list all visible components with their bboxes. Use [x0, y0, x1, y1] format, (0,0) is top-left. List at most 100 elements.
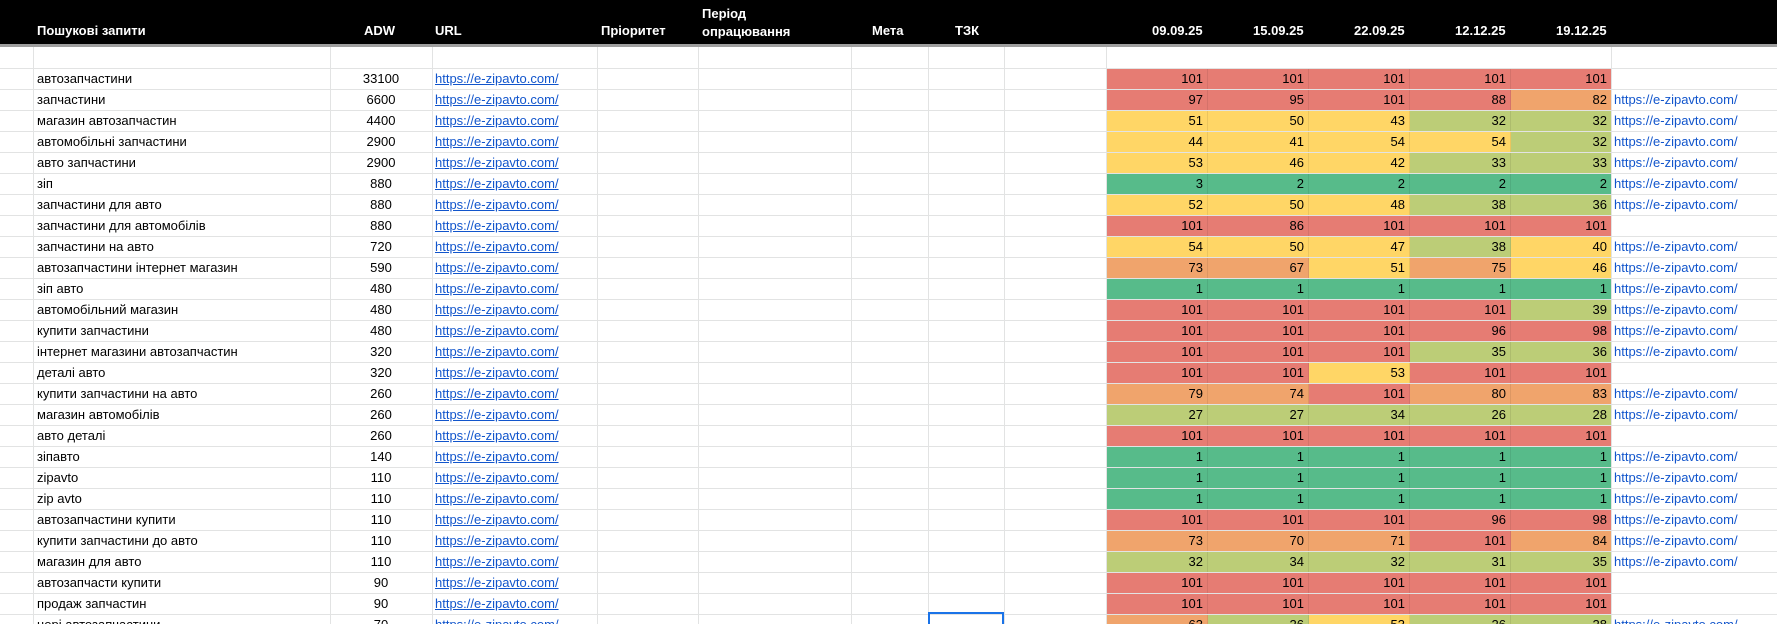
- position-cell[interactable]: 79: [1107, 384, 1208, 404]
- position-cell[interactable]: 33: [1410, 153, 1511, 173]
- position-cell[interactable]: 47: [1309, 237, 1410, 257]
- query-cell[interactable]: запчастини для авто: [37, 195, 327, 215]
- adw-cell[interactable]: 260: [330, 426, 432, 446]
- url-link[interactable]: https://e-zipavto.com/: [435, 321, 595, 341]
- position-cell[interactable]: 101: [1410, 363, 1511, 383]
- position-cell[interactable]: 71: [1309, 531, 1410, 551]
- url-link[interactable]: https://e-zipavto.com/: [435, 531, 595, 551]
- url-link[interactable]: https://e-zipavto.com/: [435, 237, 595, 257]
- adw-cell[interactable]: 320: [330, 363, 432, 383]
- position-cell[interactable]: 38: [1410, 195, 1511, 215]
- position-cell[interactable]: 101: [1309, 342, 1410, 362]
- adw-cell[interactable]: 2900: [330, 153, 432, 173]
- ranking-url-link[interactable]: [1614, 426, 1777, 446]
- url-link[interactable]: https://e-zipavto.com/: [435, 69, 595, 89]
- position-cell[interactable]: 54: [1309, 132, 1410, 152]
- position-cell[interactable]: 1: [1208, 468, 1309, 488]
- selected-cell[interactable]: [928, 612, 1004, 624]
- query-cell[interactable]: зіп: [37, 174, 327, 194]
- header-period[interactable]: Період опрацювання: [702, 5, 790, 41]
- position-cell[interactable]: 95: [1208, 90, 1309, 110]
- position-cell[interactable]: 3: [1107, 174, 1208, 194]
- adw-cell[interactable]: 590: [330, 258, 432, 278]
- header-date-5[interactable]: 19.12.25: [1556, 23, 1607, 38]
- query-cell[interactable]: автозапчасти купити: [37, 573, 327, 593]
- position-cell[interactable]: 53: [1107, 153, 1208, 173]
- empty-row[interactable]: [0, 47, 1777, 69]
- position-cell[interactable]: 101: [1410, 531, 1511, 551]
- ranking-url-link[interactable]: https://e-zipavto.com/: [1614, 447, 1777, 467]
- position-cell[interactable]: 101: [1511, 216, 1612, 236]
- query-cell[interactable]: авто запчастини: [37, 153, 327, 173]
- position-cell[interactable]: 31: [1410, 552, 1511, 572]
- position-cell[interactable]: 101: [1208, 363, 1309, 383]
- query-cell[interactable]: автомобільний магазин: [37, 300, 327, 320]
- ranking-url-link[interactable]: https://e-zipavto.com/: [1614, 132, 1777, 152]
- position-cell[interactable]: 101: [1107, 573, 1208, 593]
- ranking-url-link[interactable]: https://e-zipavto.com/: [1614, 195, 1777, 215]
- position-cell[interactable]: 27: [1107, 405, 1208, 425]
- position-cell[interactable]: 1: [1107, 468, 1208, 488]
- position-cell[interactable]: 101: [1309, 321, 1410, 341]
- url-link[interactable]: https://e-zipavto.com/: [435, 363, 595, 383]
- position-cell[interactable]: 46: [1511, 258, 1612, 278]
- position-cell[interactable]: 101: [1107, 363, 1208, 383]
- url-link[interactable]: https://e-zipavto.com/: [435, 195, 595, 215]
- url-link[interactable]: https://e-zipavto.com/: [435, 111, 595, 131]
- position-cell[interactable]: 98: [1511, 321, 1612, 341]
- adw-cell[interactable]: 2900: [330, 132, 432, 152]
- position-cell[interactable]: 1: [1107, 447, 1208, 467]
- position-cell[interactable]: 48: [1309, 195, 1410, 215]
- position-cell[interactable]: 74: [1208, 384, 1309, 404]
- url-link[interactable]: https://e-zipavto.com/: [435, 405, 595, 425]
- ranking-url-link[interactable]: https://e-zipavto.com/: [1614, 237, 1777, 257]
- position-cell[interactable]: 1: [1309, 447, 1410, 467]
- header-query[interactable]: Пошукові запити: [37, 23, 146, 38]
- url-link[interactable]: https://e-zipavto.com/: [435, 132, 595, 152]
- adw-cell[interactable]: 260: [330, 384, 432, 404]
- adw-cell[interactable]: 880: [330, 174, 432, 194]
- position-cell[interactable]: 70: [1208, 531, 1309, 551]
- url-link[interactable]: https://e-zipavto.com/: [435, 90, 595, 110]
- position-cell[interactable]: 26: [1410, 405, 1511, 425]
- query-cell[interactable]: купити запчастини до авто: [37, 531, 327, 551]
- query-cell[interactable]: деталі авто: [37, 363, 327, 383]
- position-cell[interactable]: 1: [1208, 489, 1309, 509]
- position-cell[interactable]: 1: [1208, 447, 1309, 467]
- ranking-url-link[interactable]: https://e-zipavto.com/: [1614, 384, 1777, 404]
- position-cell[interactable]: 1: [1309, 279, 1410, 299]
- position-cell[interactable]: 101: [1410, 594, 1511, 614]
- position-cell[interactable]: 1: [1309, 489, 1410, 509]
- ranking-url-link[interactable]: https://e-zipavto.com/: [1614, 405, 1777, 425]
- url-link[interactable]: https://e-zipavto.com/: [435, 510, 595, 530]
- url-link[interactable]: https://e-zipavto.com/: [435, 174, 595, 194]
- position-cell[interactable]: 101: [1511, 69, 1612, 89]
- query-cell[interactable]: запчастини для автомобілів: [37, 216, 327, 236]
- position-cell[interactable]: 42: [1309, 153, 1410, 173]
- position-cell[interactable]: 1: [1309, 468, 1410, 488]
- position-cell[interactable]: 83: [1511, 384, 1612, 404]
- position-cell[interactable]: 73: [1107, 258, 1208, 278]
- adw-cell[interactable]: 880: [330, 195, 432, 215]
- position-cell[interactable]: 1: [1410, 447, 1511, 467]
- header-date-4[interactable]: 12.12.25: [1455, 23, 1506, 38]
- position-cell[interactable]: 101: [1511, 573, 1612, 593]
- position-cell[interactable]: 1: [1511, 279, 1612, 299]
- ranking-url-link[interactable]: https://e-zipavto.com/: [1614, 258, 1777, 278]
- position-cell[interactable]: 86: [1208, 216, 1309, 236]
- ranking-url-link[interactable]: [1614, 69, 1777, 89]
- adw-cell[interactable]: 260: [330, 405, 432, 425]
- position-cell[interactable]: 101: [1410, 426, 1511, 446]
- query-cell[interactable]: zipavto: [37, 468, 327, 488]
- adw-cell[interactable]: 6600: [330, 90, 432, 110]
- position-cell[interactable]: 1: [1511, 468, 1612, 488]
- ranking-url-link[interactable]: https://e-zipavto.com/: [1614, 342, 1777, 362]
- position-cell[interactable]: 101: [1309, 510, 1410, 530]
- adw-cell[interactable]: 90: [330, 573, 432, 593]
- header-date-2[interactable]: 15.09.25: [1253, 23, 1304, 38]
- query-cell[interactable]: авто деталі: [37, 426, 327, 446]
- adw-cell[interactable]: 110: [330, 468, 432, 488]
- ranking-url-link[interactable]: [1614, 363, 1777, 383]
- query-cell[interactable]: zip avto: [37, 489, 327, 509]
- position-cell[interactable]: 101: [1208, 426, 1309, 446]
